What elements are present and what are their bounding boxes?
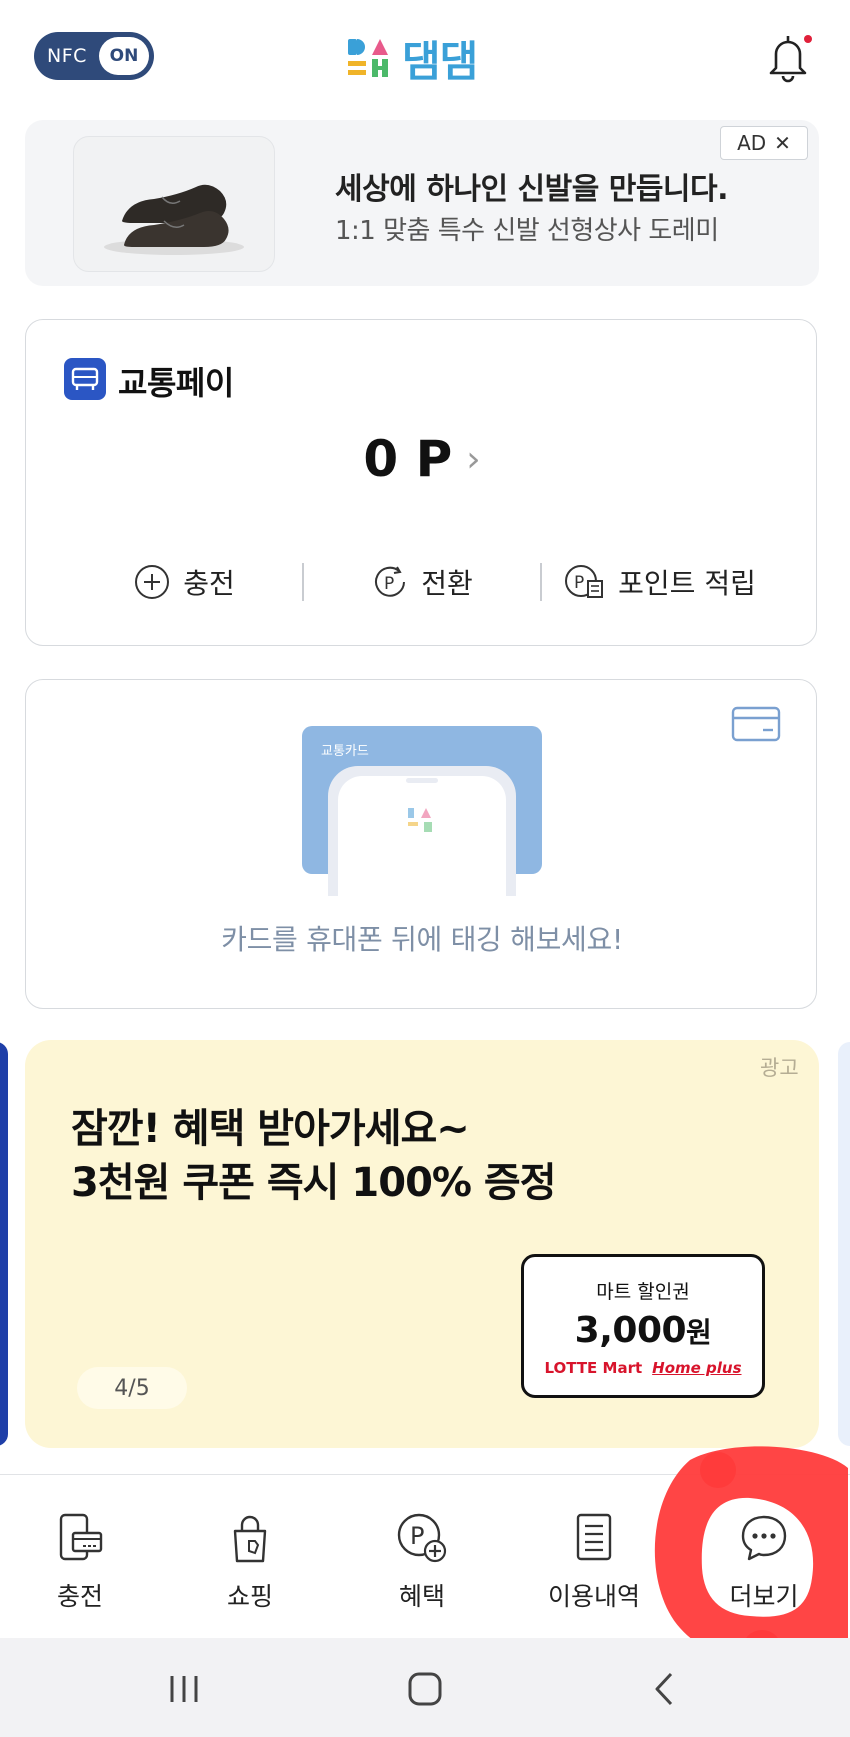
chat-more-icon — [741, 1515, 787, 1561]
chevron-right-icon: › — [466, 438, 481, 480]
tag-message: 카드를 휴대폰 뒤에 태깅 해보세요! — [221, 923, 623, 956]
brand-lotte-mart: LOTTE Mart — [544, 1359, 643, 1377]
nav-label: 쇼핑 — [226, 1582, 273, 1611]
coupon-amount-value: 3,000 — [574, 1310, 687, 1351]
svg-text:P: P — [384, 574, 394, 594]
balance-row[interactable]: 0 P › — [26, 430, 818, 488]
plus-circle-icon — [135, 565, 170, 599]
convert-button[interactable]: P 전환 — [304, 562, 540, 602]
nfc-toggle[interactable]: NFC ON — [34, 32, 154, 80]
ad-banner[interactable]: 세상에 하나인 신발을 만듭니다. 1:1 맞춤 특수 신발 선형상사 도레미 … — [25, 120, 819, 286]
promo-banner[interactable]: 광고 잠깐! 혜택 받아가세요~ 3천원 쿠폰 즉시 100% 증정 마트 할인… — [25, 1040, 819, 1448]
transport-pay-card: 교통페이 0 P › 충전 P 전환 P 포인트 적립 — [25, 319, 817, 646]
promo-headline-1: 잠깐! 혜택 받아가세요~ — [71, 1106, 470, 1152]
ad-subtitle: 1:1 맞춤 특수 신발 선형상사 도레미 — [335, 216, 719, 246]
earn-points-label: 포인트 적립 — [618, 567, 756, 600]
balance-value: 0 P — [363, 430, 453, 488]
nav-label: 더보기 — [729, 1582, 799, 1611]
point-convert-icon: P — [375, 566, 406, 597]
pay-title: 교통페이 — [118, 364, 234, 402]
point-receipt-icon: P — [565, 565, 604, 598]
system-nav-bar — [0, 1638, 850, 1737]
nav-label: 이용내역 — [547, 1582, 640, 1611]
dam-blocks-logo — [348, 39, 388, 77]
brand-homeplus: Home plus — [652, 1359, 742, 1377]
charge-label: 충전 — [183, 567, 235, 600]
bottom-nav: 충전 쇼핑 P 혜택 이용내역 더보기 — [0, 1474, 850, 1639]
earn-points-button[interactable]: P 포인트 적립 — [542, 562, 778, 602]
coupon-amount: 3,000원 — [524, 1310, 762, 1351]
ad-badge-label: AD — [737, 131, 767, 155]
nav-label: 충전 — [56, 1582, 103, 1611]
logo-text: 댐댐 — [402, 36, 478, 86]
charge-button[interactable]: 충전 — [66, 562, 302, 602]
carousel-page-indicator: 4/5 — [77, 1367, 187, 1409]
ad-label: 광고 — [760, 1056, 799, 1080]
promo-headline-2: 3천원 쿠폰 즉시 100% 증정 — [71, 1160, 557, 1206]
nav-label: 혜택 — [398, 1582, 445, 1611]
pay-actions: 충전 P 전환 P 포인트 적립 — [66, 558, 778, 606]
notification-dot — [804, 35, 812, 43]
ad-title: 세상에 하나인 신발을 만듭니다. — [335, 172, 729, 207]
nav-shopping[interactable]: 쇼핑 — [180, 1511, 320, 1613]
phone-card-icon — [59, 1513, 103, 1561]
card-icon[interactable] — [731, 706, 781, 742]
nav-history[interactable]: 이용내역 — [524, 1511, 664, 1613]
app-logo: 댐댐 — [346, 30, 506, 86]
nav-benefits[interactable]: P 혜택 — [352, 1511, 492, 1613]
close-icon[interactable]: ✕ — [774, 131, 791, 155]
svg-text:P: P — [574, 573, 584, 593]
nfc-label: NFC — [47, 45, 87, 67]
card-label: 교통카드 — [321, 744, 369, 759]
convert-label: 전환 — [421, 567, 473, 600]
bus-icon — [64, 358, 106, 400]
coupon-label: 마트 할인권 — [596, 1281, 690, 1303]
card-tag-panel[interactable]: 교통카드 카드를 휴대폰 뒤에 태깅 해보세요! — [25, 679, 817, 1009]
back-icon[interactable] — [635, 1664, 695, 1714]
coupon-card: 마트 할인권 3,000원 LOTTE Mart Home plus — [521, 1254, 765, 1398]
shopping-bag-icon — [233, 1515, 267, 1563]
nav-charge[interactable]: 충전 — [10, 1511, 150, 1613]
document-list-icon — [576, 1513, 612, 1561]
home-icon[interactable] — [395, 1664, 455, 1714]
nav-more[interactable]: 더보기 — [694, 1511, 834, 1613]
bell-icon[interactable] — [762, 30, 814, 84]
ad-badge[interactable]: AD ✕ — [720, 126, 808, 160]
recent-apps-icon[interactable] — [154, 1664, 214, 1714]
nfc-state: ON — [99, 37, 149, 75]
point-plus-icon: P — [397, 1513, 447, 1563]
coupon-amount-unit: 원 — [686, 1316, 712, 1349]
svg-text:P: P — [410, 1522, 424, 1550]
coupon-brands: LOTTE Mart Home plus — [524, 1359, 762, 1377]
carousel-prev-slide[interactable] — [0, 1042, 8, 1446]
carousel-next-slide[interactable] — [838, 1042, 850, 1446]
leather-shoes-thumbnail — [73, 136, 275, 272]
